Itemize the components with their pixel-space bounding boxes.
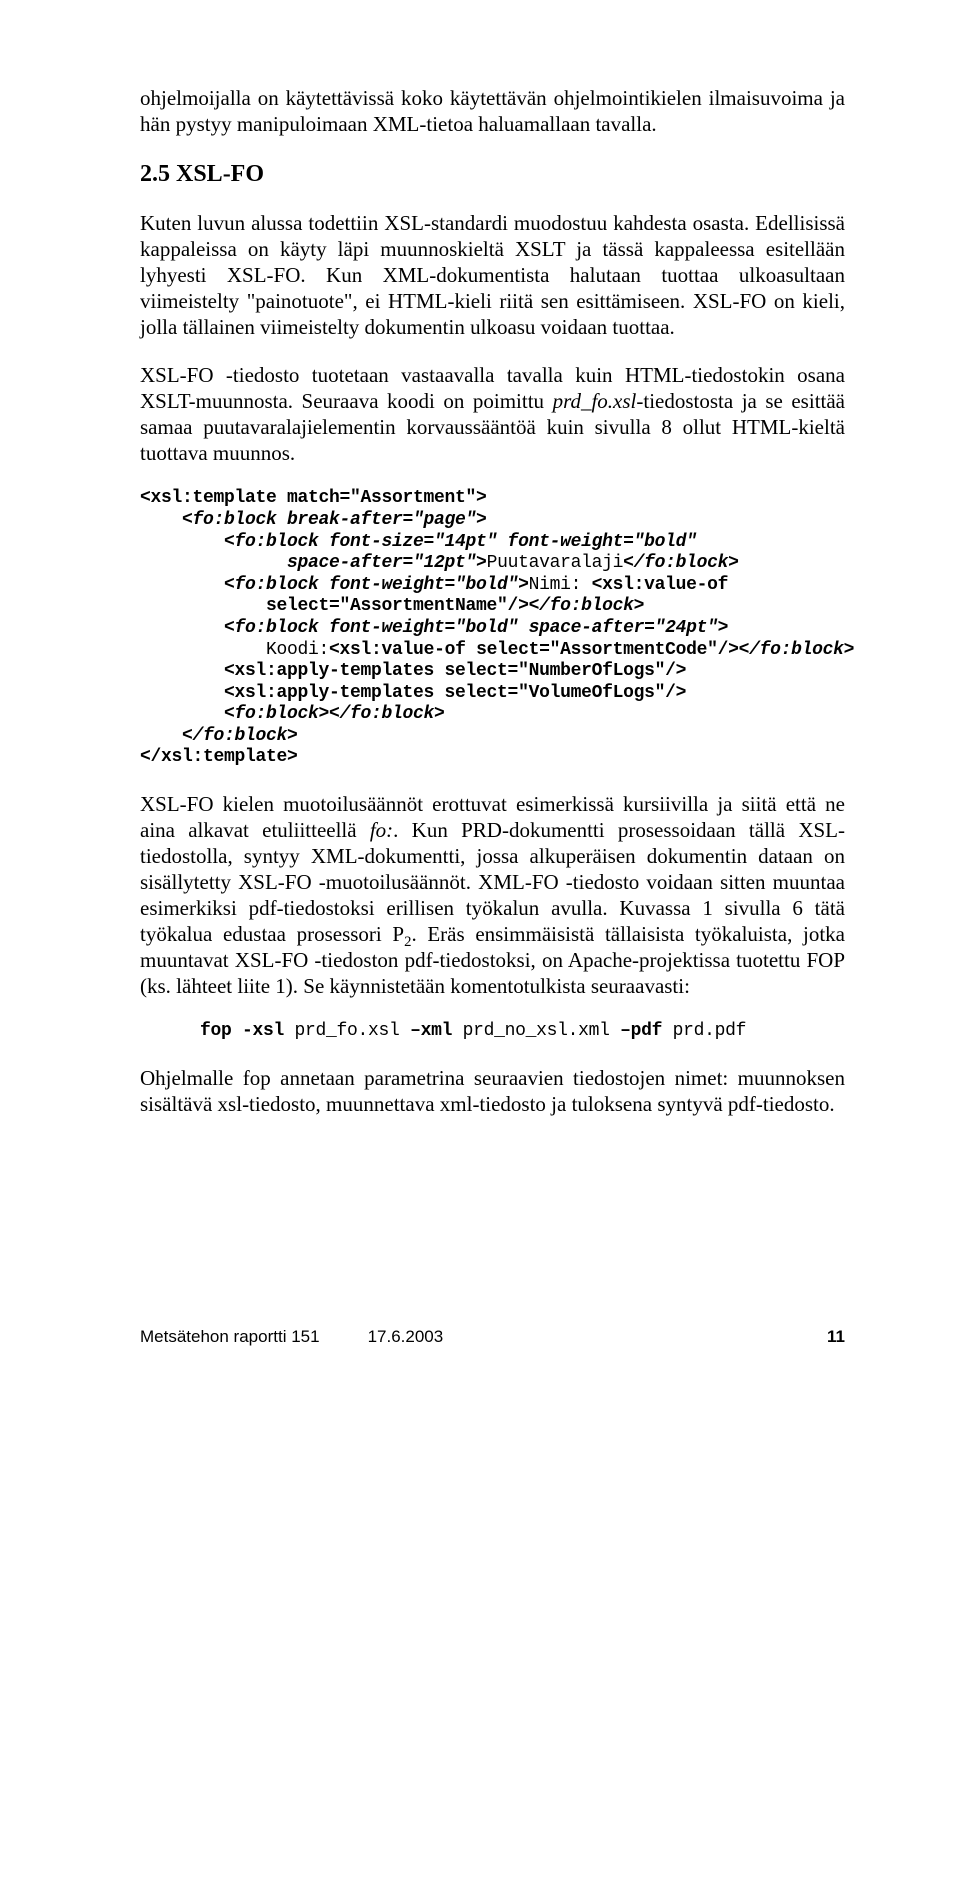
code-line: </xsl:template> bbox=[140, 747, 298, 767]
code-arg: prd_no_xsl.xml bbox=[463, 1021, 621, 1041]
code-line: <xsl:template match="Assortment"> bbox=[140, 488, 487, 508]
code-flag: –pdf bbox=[620, 1021, 673, 1041]
code-flag: –xml bbox=[410, 1021, 463, 1041]
code-block-1: <xsl:template match="Assortment"> <fo:bl… bbox=[140, 488, 845, 769]
italic-prefix: fo: bbox=[370, 818, 393, 842]
code-block-2: fop -xsl prd_fo.xsl –xml prd_no_xsl.xml … bbox=[140, 1021, 845, 1043]
intro-paragraph: ohjelmoijalla on käytettävissä koko käyt… bbox=[140, 85, 845, 137]
footer-page-number: 11 bbox=[827, 1327, 845, 1347]
code-text: Puutavaralaji bbox=[487, 553, 624, 573]
footer-left: Metsätehon raportti 151 17.6.2003 bbox=[140, 1327, 443, 1347]
code-line: select="AssortmentName"/> bbox=[140, 596, 529, 616]
code-line: <xsl:value-of bbox=[592, 575, 729, 595]
code-line: </fo:block> bbox=[623, 553, 739, 573]
code-cmd: fop -xsl bbox=[200, 1021, 295, 1041]
code-line: <fo:block font-weight="bold" space-after… bbox=[140, 618, 728, 638]
code-line: <fo:block font-weight="bold"> bbox=[140, 575, 529, 595]
code-line: </fo:block> bbox=[529, 596, 645, 616]
code-line: </fo:block> bbox=[140, 726, 298, 746]
code-line: <fo:block></fo:block> bbox=[140, 704, 445, 724]
footer-report: Metsätehon raportti 151 bbox=[140, 1327, 320, 1347]
code-line: <xsl:apply-templates select="NumberOfLog… bbox=[140, 661, 686, 681]
code-line: <xsl:apply-templates select="VolumeOfLog… bbox=[140, 683, 686, 703]
code-line: space-after="12pt"> bbox=[140, 553, 487, 573]
code-arg: prd_fo.xsl bbox=[295, 1021, 411, 1041]
italic-filename: prd_fo.xsl bbox=[553, 389, 637, 413]
paragraph-2: XSL-FO -tiedosto tuotetaan vastaavalla t… bbox=[140, 362, 845, 466]
paragraph-4: Ohjelmalle fop annetaan parametrina seur… bbox=[140, 1065, 845, 1117]
code-text: Koodi: bbox=[140, 640, 329, 660]
footer-date: 17.6.2003 bbox=[368, 1327, 444, 1347]
page-footer: Metsätehon raportti 151 17.6.2003 11 bbox=[140, 1327, 845, 1347]
paragraph-3: XSL-FO kielen muotoilusäännöt erottuvat … bbox=[140, 791, 845, 999]
paragraph-1: Kuten luvun alussa todettiin XSL-standar… bbox=[140, 210, 845, 340]
section-heading: 2.5 XSL-FO bbox=[140, 161, 845, 188]
code-line: <xsl:value-of select="AssortmentCode"/> bbox=[329, 640, 739, 660]
code-line: <fo:block break-after="page"> bbox=[140, 510, 487, 530]
code-line: </fo:block> bbox=[739, 640, 855, 660]
code-text: Nimi: bbox=[529, 575, 592, 595]
code-line: <fo:block font-size="14pt" font-weight="… bbox=[140, 532, 697, 552]
page-container: ohjelmoijalla on käytettävissä koko käyt… bbox=[0, 0, 960, 1407]
code-arg: prd.pdf bbox=[673, 1021, 747, 1041]
